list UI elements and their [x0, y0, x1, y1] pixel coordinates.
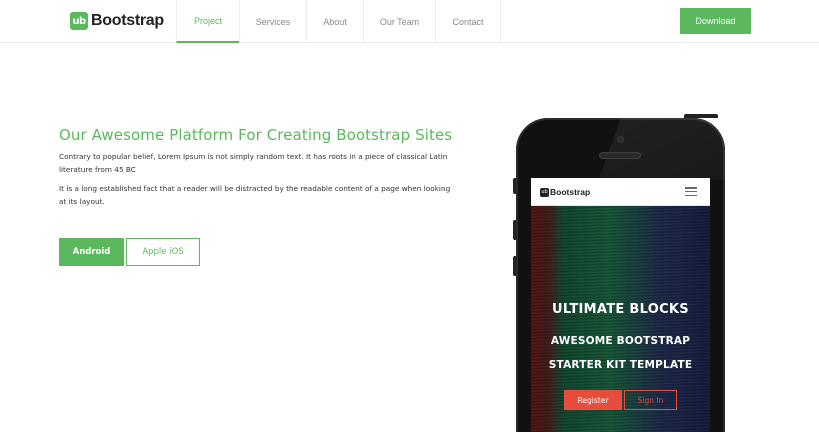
phone-screen: ub Bootstrap ULTIMATE BLOCKS AWESOME BOO… — [531, 178, 710, 432]
phone-screen-title: ULTIMATE BLOCKS — [552, 302, 689, 317]
phone-screen-signin-button: Sign In — [624, 390, 677, 410]
phone-screen-navbar: ub Bootstrap — [531, 178, 710, 206]
hero-title: Our Awesome Platform For Creating Bootst… — [59, 126, 453, 144]
android-button[interactable]: Android — [59, 238, 124, 266]
download-button[interactable]: Download — [680, 8, 751, 34]
phone-screen-brand-name: Bootstrap — [550, 187, 591, 197]
nav-item-about[interactable]: About — [306, 0, 363, 43]
nav-item-services[interactable]: Services — [239, 0, 306, 43]
apple-ios-button[interactable]: Apple iOS — [126, 238, 200, 266]
phone-screen-subtitle-2: STARTER KIT TEMPLATE — [548, 359, 693, 371]
phone-screen-brand: ub Bootstrap — [540, 187, 590, 197]
brand-name: Bootstrap — [91, 12, 164, 29]
phone-glare — [516, 118, 725, 180]
nav-item-contact[interactable]: Contact — [435, 0, 501, 43]
phone-camera-icon — [617, 136, 624, 143]
phone-screen-register-button: Register — [564, 390, 622, 410]
nav-item-project[interactable]: Project — [176, 0, 239, 43]
hero-paragraph-1: Contrary to popular belief, Lorem Ipsum … — [59, 152, 448, 174]
phone-speaker — [599, 152, 641, 159]
main-nav: Project Services About Our Team Contact — [176, 0, 501, 43]
navbar: ub Bootstrap Project Services About Our … — [0, 0, 819, 43]
brand-logo[interactable]: ub Bootstrap — [70, 11, 164, 31]
hamburger-menu-icon — [685, 187, 697, 196]
nav-item-our-team[interactable]: Our Team — [363, 0, 435, 43]
phone-screen-brand-badge: ub — [540, 187, 549, 197]
phone-screen-subtitle-1: AWESOME BOOTSTRAP — [550, 335, 691, 347]
hero-paragraph-2: It is a long established fact that a rea… — [59, 184, 451, 206]
brand-badge: ub — [70, 12, 88, 30]
